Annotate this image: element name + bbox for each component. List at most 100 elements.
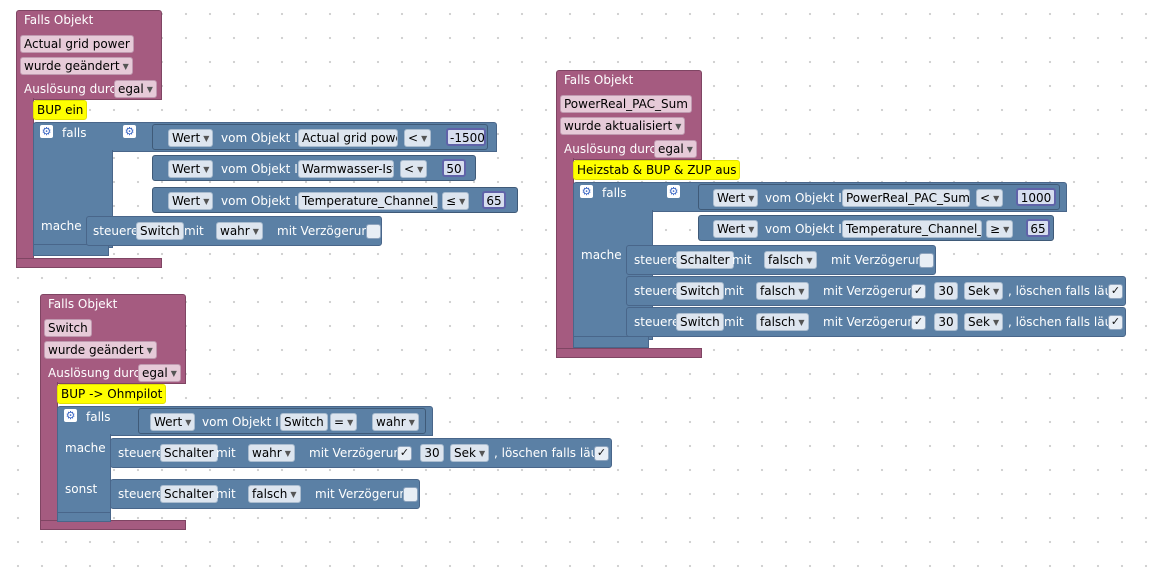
object-id-label: vom Objekt ID xyxy=(221,194,307,208)
bool-dropdown[interactable]: wahr ▼ xyxy=(372,413,419,431)
unit-dropdown[interactable]: Sek ▼ xyxy=(964,282,1004,300)
delay-input[interactable]: 30 xyxy=(934,313,958,331)
with-label: mit xyxy=(216,446,236,460)
number-input[interactable]: -1500 xyxy=(446,128,486,146)
event-title: Falls Objekt xyxy=(48,297,118,311)
trigger-dropdown[interactable]: wurde geändert ▼ xyxy=(20,57,133,75)
bool-dropdown[interactable]: wahr ▼ xyxy=(248,444,295,462)
gear-icon[interactable]: ⚙ xyxy=(667,185,680,198)
if-label: falls xyxy=(86,410,111,424)
source-dropdown[interactable]: egal ▼ xyxy=(654,140,697,158)
object-id-field[interactable]: Warmwasser-Ist xyxy=(298,160,394,178)
with-label: mit xyxy=(184,224,204,238)
trigger-dropdown[interactable]: wurde aktualisiert ▼ xyxy=(560,117,686,135)
trigger-dropdown[interactable]: wurde geändert ▼ xyxy=(44,341,157,359)
source-dropdown[interactable]: egal ▼ xyxy=(114,80,157,98)
clear-running-label: , löschen falls läuft xyxy=(1008,315,1121,329)
object-id-field[interactable]: Actual grid power xyxy=(20,35,134,53)
object-id-field[interactable]: PowerReal_PAC_Sum xyxy=(842,189,970,207)
object-id-field[interactable]: Switch xyxy=(44,319,92,337)
comment-label[interactable]: BUP ein xyxy=(33,100,88,120)
trigger-label: Auslösung durch xyxy=(564,142,664,156)
else-label: sonst xyxy=(65,482,98,496)
object-id-label: vom Objekt ID xyxy=(765,191,851,205)
gear-icon[interactable]: ⚙ xyxy=(123,125,136,138)
bool-dropdown[interactable]: falsch ▼ xyxy=(756,313,809,331)
event-title: Falls Objekt xyxy=(24,13,94,27)
delay-checkbox[interactable] xyxy=(919,253,934,268)
number-input[interactable]: 50 xyxy=(442,159,466,177)
bool-dropdown[interactable]: falsch ▼ xyxy=(764,251,817,269)
object-id-field[interactable]: Actual grid power xyxy=(298,129,398,147)
bool-dropdown[interactable]: wahr ▼ xyxy=(216,222,263,240)
if-label: falls xyxy=(62,126,87,140)
event-block-3-spine xyxy=(40,382,58,522)
do-label: mache xyxy=(581,248,622,262)
operator-dropdown[interactable]: ≥ ▼ xyxy=(986,220,1014,238)
clear-running-checkbox[interactable]: ✓ xyxy=(1108,315,1123,330)
control-label: steuere xyxy=(634,315,680,329)
clear-running-checkbox[interactable]: ✓ xyxy=(1108,284,1123,299)
control-label: steuere xyxy=(634,253,680,267)
control-label: steuere xyxy=(118,487,164,501)
if-label: falls xyxy=(602,186,627,200)
with-label: mit xyxy=(724,284,744,298)
bool-dropdown[interactable]: falsch ▼ xyxy=(248,485,301,503)
delay-checkbox[interactable]: ✓ xyxy=(911,284,926,299)
do-label: mache xyxy=(65,441,106,455)
event-block-1-foot xyxy=(16,258,162,268)
source-dropdown[interactable]: egal ▼ xyxy=(138,364,181,382)
bool-dropdown[interactable]: falsch ▼ xyxy=(756,282,809,300)
number-input[interactable]: 65 xyxy=(1026,219,1050,237)
and-label: und xyxy=(118,189,141,203)
object-id-field[interactable]: PowerReal_PAC_Sum xyxy=(560,95,692,113)
delay-checkbox[interactable]: ✓ xyxy=(911,315,926,330)
event-title: Falls Objekt xyxy=(564,73,634,87)
operator-dropdown[interactable]: ≤ ▼ xyxy=(442,192,470,210)
if-block-2-foot xyxy=(573,336,649,348)
value-dropdown[interactable]: Wert ▼ xyxy=(150,413,196,431)
do-label: mache xyxy=(41,219,82,233)
number-input[interactable]: 1000 xyxy=(1016,188,1056,206)
delay-checkbox[interactable] xyxy=(403,487,418,502)
if-else-foot xyxy=(57,512,111,522)
gear-icon[interactable]: ⚙ xyxy=(580,185,593,198)
value-dropdown[interactable]: Wert ▼ xyxy=(713,189,759,207)
clear-running-label: , löschen falls läuft xyxy=(494,446,607,460)
clear-running-checkbox[interactable]: ✓ xyxy=(594,446,609,461)
value-dropdown[interactable]: Wert ▼ xyxy=(713,220,759,238)
operator-dropdown[interactable]: < ▼ xyxy=(400,160,428,178)
delay-checkbox[interactable] xyxy=(366,224,381,239)
delay-checkbox[interactable]: ✓ xyxy=(397,446,412,461)
with-label: mit xyxy=(724,315,744,329)
operator-dropdown[interactable]: = ▼ xyxy=(330,413,358,431)
comment-label[interactable]: Heizstab & BUP & ZUP aus xyxy=(573,160,741,180)
delay-label: mit Verzögerung xyxy=(309,446,409,460)
value-dropdown[interactable]: Wert ▼ xyxy=(168,192,214,210)
object-id-label: vom Objekt ID xyxy=(202,415,288,429)
or-label: oder xyxy=(658,218,686,232)
target-object-field[interactable]: Schalter xyxy=(676,251,734,269)
gear-icon[interactable]: ⚙ xyxy=(40,125,53,138)
delay-input[interactable]: 30 xyxy=(934,282,958,300)
gear-icon[interactable]: ⚙ xyxy=(64,409,77,422)
delay-label: mit Verzögerung xyxy=(831,253,931,267)
operator-dropdown[interactable]: < ▼ xyxy=(404,129,432,147)
operator-dropdown[interactable]: < ▼ xyxy=(976,189,1004,207)
object-id-field[interactable]: Temperature_Channel_1 xyxy=(298,192,438,210)
object-id-field[interactable]: Switch xyxy=(280,413,328,431)
value-dropdown[interactable]: Wert ▼ xyxy=(168,129,214,147)
object-id-field[interactable]: Temperature_Channel_1 xyxy=(842,220,982,238)
target-object-field[interactable]: Schalter xyxy=(160,444,218,462)
comment-label[interactable]: BUP -> Ohmpilot xyxy=(57,384,167,404)
target-object-field[interactable]: Schalter xyxy=(160,485,218,503)
target-object-field[interactable]: Switch xyxy=(136,222,184,240)
target-object-field[interactable]: Switch xyxy=(676,282,724,300)
delay-label: mit Verzögerung xyxy=(277,224,377,238)
delay-input[interactable]: 30 xyxy=(420,444,444,462)
number-input[interactable]: 65 xyxy=(482,191,506,209)
unit-dropdown[interactable]: Sek ▼ xyxy=(450,444,490,462)
value-dropdown[interactable]: Wert ▼ xyxy=(168,160,214,178)
target-object-field[interactable]: Switch xyxy=(676,313,724,331)
unit-dropdown[interactable]: Sek ▼ xyxy=(964,313,1004,331)
